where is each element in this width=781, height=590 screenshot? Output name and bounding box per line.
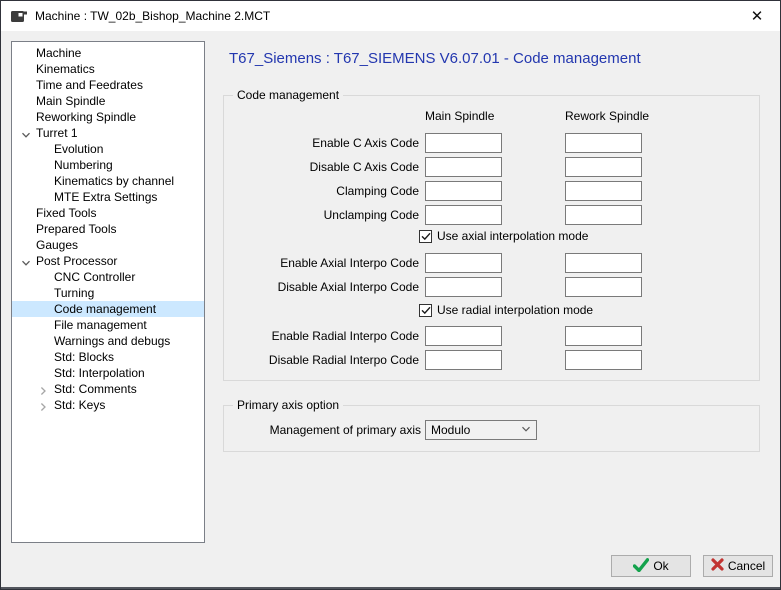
chevron-down-icon[interactable] bbox=[21, 256, 31, 266]
unclamping-code-main-input[interactable] bbox=[425, 205, 502, 225]
machine-icon bbox=[10, 7, 28, 25]
unclamping-code-rework-input[interactable] bbox=[565, 205, 642, 225]
primary-axis-select[interactable]: Modulo bbox=[425, 420, 537, 440]
enable-axial-interpo-rework-input[interactable] bbox=[565, 253, 642, 273]
enable-c-axis-main-input[interactable] bbox=[425, 133, 502, 153]
tree-item-kinematics-by-channel[interactable]: Kinematics by channel bbox=[12, 173, 204, 189]
enable-axial-interpo-main-input[interactable] bbox=[425, 253, 502, 273]
title-bar: Machine : TW_02b_Bishop_Machine 2.MCT ✕ bbox=[1, 1, 780, 31]
cancel-button[interactable]: Cancel bbox=[703, 555, 773, 577]
enable-c-axis-rework-input[interactable] bbox=[565, 133, 642, 153]
tree-item-code-management[interactable]: Code management bbox=[12, 301, 204, 317]
disable-c-axis-label: Disable C Axis Code bbox=[224, 157, 419, 177]
tree-item-gauges[interactable]: Gauges bbox=[12, 237, 204, 253]
cancel-button-label: Cancel bbox=[728, 559, 765, 573]
ok-button-label: Ok bbox=[653, 559, 668, 573]
tree-item-std-interpolation[interactable]: Std: Interpolation bbox=[12, 365, 204, 381]
disable-c-axis-rework-input[interactable] bbox=[565, 157, 642, 177]
use-axial-interpolation-checkbox[interactable]: Use axial interpolation mode bbox=[419, 229, 588, 243]
tree-item-std-comments[interactable]: Std: Comments bbox=[12, 381, 204, 397]
tree-item-machine[interactable]: Machine bbox=[12, 45, 204, 61]
tree-item-reworking-spindle[interactable]: Reworking Spindle bbox=[12, 109, 204, 125]
green-check-icon bbox=[633, 558, 649, 575]
group-title: Code management bbox=[233, 88, 343, 102]
settings-tree: Machine Kinematics Time and Feedrates Ma… bbox=[11, 41, 205, 543]
tree-item-turret-1[interactable]: Turret 1 bbox=[12, 125, 204, 141]
window-title: Machine : TW_02b_Bishop_Machine 2.MCT bbox=[35, 9, 270, 23]
management-primary-axis-label: Management of primary axis bbox=[224, 420, 421, 440]
machine-dialog-window: Machine : TW_02b_Bishop_Machine 2.MCT ✕ … bbox=[0, 0, 781, 590]
disable-radial-interpo-rework-input[interactable] bbox=[565, 350, 642, 370]
tree-item-mte-extra-settings[interactable]: MTE Extra Settings bbox=[12, 189, 204, 205]
disable-axial-interpo-label: Disable Axial Interpo Code bbox=[224, 277, 419, 297]
clamping-code-rework-input[interactable] bbox=[565, 181, 642, 201]
clamping-code-main-input[interactable] bbox=[425, 181, 502, 201]
enable-axial-interpo-label: Enable Axial Interpo Code bbox=[224, 253, 419, 273]
page-title: T67_Siemens : T67_SIEMENS V6.07.01 - Cod… bbox=[229, 50, 641, 67]
enable-radial-interpo-main-input[interactable] bbox=[425, 326, 502, 346]
close-icon[interactable]: ✕ bbox=[743, 5, 771, 27]
ok-button[interactable]: Ok bbox=[611, 555, 691, 577]
chevron-right-icon[interactable] bbox=[38, 400, 48, 410]
checkmark-icon bbox=[419, 230, 432, 243]
unclamping-code-label: Unclamping Code bbox=[224, 205, 419, 225]
enable-radial-interpo-rework-input[interactable] bbox=[565, 326, 642, 346]
disable-radial-interpo-label: Disable Radial Interpo Code bbox=[224, 350, 419, 370]
use-radial-interpolation-checkbox[interactable]: Use radial interpolation mode bbox=[419, 303, 593, 317]
tree-item-cnc-controller[interactable]: CNC Controller bbox=[12, 269, 204, 285]
tree-item-warnings-and-debugs[interactable]: Warnings and debugs bbox=[12, 333, 204, 349]
tree-item-turning[interactable]: Turning bbox=[12, 285, 204, 301]
column-header-main-spindle: Main Spindle bbox=[425, 109, 494, 123]
tree-item-main-spindle[interactable]: Main Spindle bbox=[12, 93, 204, 109]
tree-item-evolution[interactable]: Evolution bbox=[12, 141, 204, 157]
checkmark-icon bbox=[419, 304, 432, 317]
tree-item-fixed-tools[interactable]: Fixed Tools bbox=[12, 205, 204, 221]
tree-item-kinematics[interactable]: Kinematics bbox=[12, 61, 204, 77]
tree-item-std-blocks[interactable]: Std: Blocks bbox=[12, 349, 204, 365]
disable-axial-interpo-rework-input[interactable] bbox=[565, 277, 642, 297]
code-management-group: Code management Main Spindle Rework Spin… bbox=[223, 95, 760, 381]
disable-c-axis-main-input[interactable] bbox=[425, 157, 502, 177]
enable-c-axis-label: Enable C Axis Code bbox=[224, 133, 419, 153]
disable-radial-interpo-main-input[interactable] bbox=[425, 350, 502, 370]
clamping-code-label: Clamping Code bbox=[224, 181, 419, 201]
disable-axial-interpo-main-input[interactable] bbox=[425, 277, 502, 297]
primary-axis-option-group: Primary axis option Management of primar… bbox=[223, 405, 760, 452]
chevron-down-icon[interactable] bbox=[21, 128, 31, 138]
tree-item-file-management[interactable]: File management bbox=[12, 317, 204, 333]
enable-radial-interpo-label: Enable Radial Interpo Code bbox=[224, 326, 419, 346]
red-cross-icon bbox=[711, 558, 724, 574]
column-header-rework-spindle: Rework Spindle bbox=[565, 109, 649, 123]
tree-item-numbering[interactable]: Numbering bbox=[12, 157, 204, 173]
checkbox-label: Use axial interpolation mode bbox=[437, 229, 588, 243]
chevron-right-icon[interactable] bbox=[38, 384, 48, 394]
chevron-down-icon bbox=[521, 423, 531, 437]
tree-item-prepared-tools[interactable]: Prepared Tools bbox=[12, 221, 204, 237]
tree-item-std-keys[interactable]: Std: Keys bbox=[12, 397, 204, 413]
tree-item-post-processor[interactable]: Post Processor bbox=[12, 253, 204, 269]
selected-value: Modulo bbox=[431, 423, 470, 437]
group-title: Primary axis option bbox=[233, 398, 343, 412]
tree-item-time-and-feedrates[interactable]: Time and Feedrates bbox=[12, 77, 204, 93]
checkbox-label: Use radial interpolation mode bbox=[437, 303, 593, 317]
